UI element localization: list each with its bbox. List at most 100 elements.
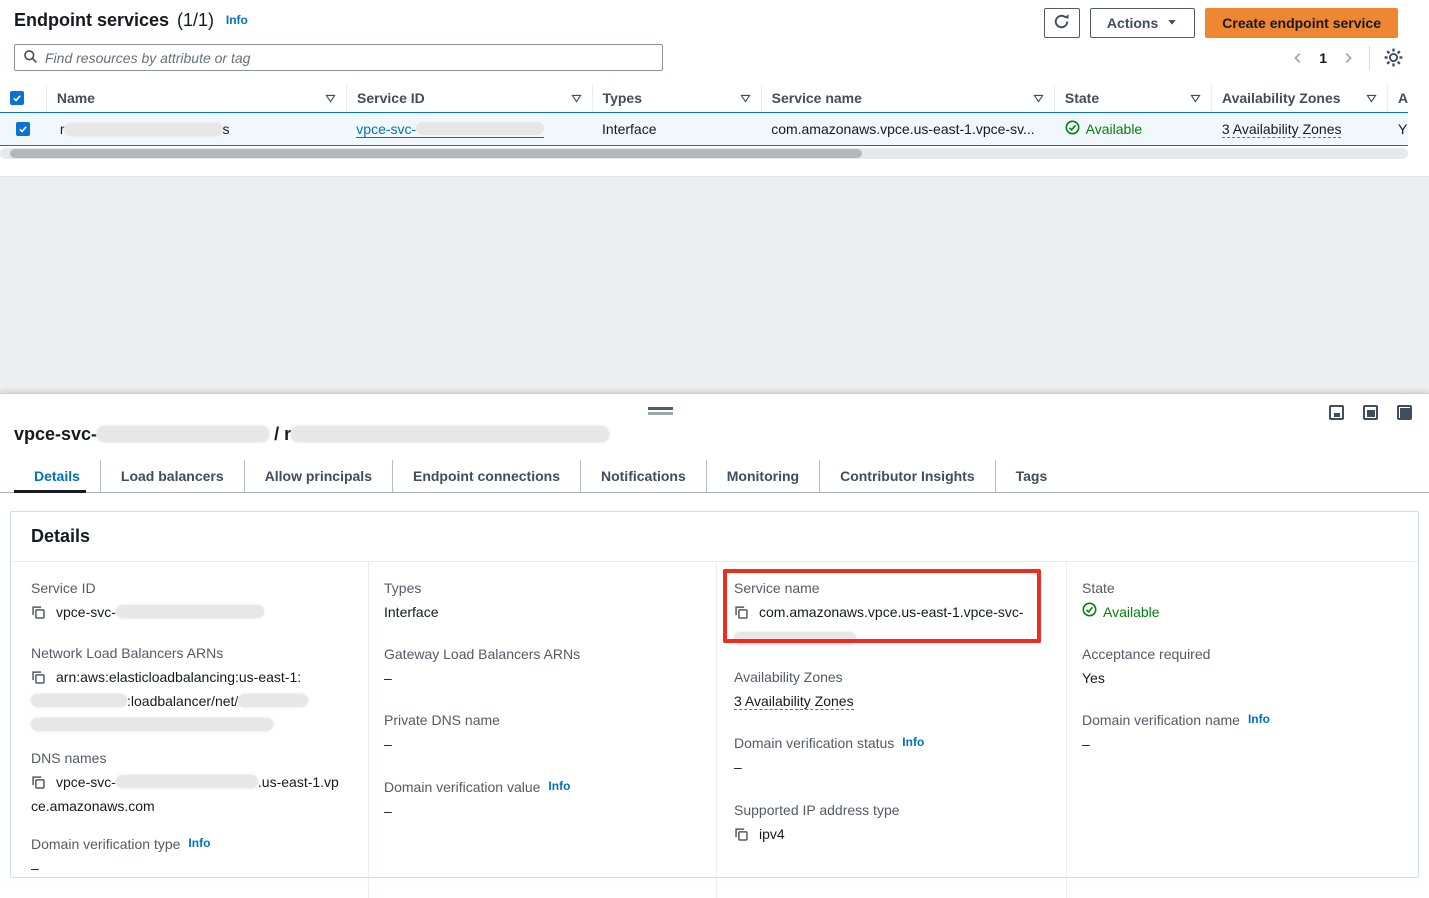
tab-load-balancers[interactable]: Load balancers <box>100 460 244 492</box>
filter-icon[interactable] <box>571 93 582 104</box>
cell-service-id: vpce-svc- <box>346 113 592 145</box>
service-id-link[interactable]: vpce-svc- <box>356 121 544 138</box>
field-label: Service ID <box>31 580 344 596</box>
field-supported-ip-address-type: Supported IP address type ipv4 <box>734 802 1042 848</box>
field-acceptance-required: Acceptance required Yes <box>1082 646 1394 689</box>
resource-count: (1/1) <box>177 10 214 30</box>
row-checkbox[interactable] <box>16 122 30 136</box>
create-endpoint-service-label: Create endpoint service <box>1222 15 1381 31</box>
tab-allow-principals[interactable]: Allow principals <box>244 460 392 492</box>
cell-service-name: com.amazonaws.vpce.us-east-1.vpce-sv... <box>761 113 1054 145</box>
filter-icon[interactable] <box>1033 93 1044 104</box>
caret-down-icon <box>1166 15 1178 31</box>
panel-size-large-button[interactable] <box>1397 405 1412 420</box>
info-link[interactable]: Info <box>1248 712 1270 726</box>
field-domain-verification-name: Domain verification nameInfo – <box>1082 712 1394 755</box>
cell-state: Available <box>1055 113 1212 145</box>
available-check-icon <box>1065 120 1080 138</box>
actions-button-label: Actions <box>1107 15 1158 31</box>
cell-name: rs <box>46 113 346 145</box>
cell-availability-zones: 3 Availability Zones <box>1212 113 1388 145</box>
panel-drag-handle[interactable] <box>648 407 673 415</box>
column-header-state: State <box>1065 90 1099 106</box>
info-link[interactable]: Info <box>226 13 248 27</box>
actions-button[interactable]: Actions <box>1090 8 1195 38</box>
redacted-text <box>416 122 544 135</box>
filter-icon[interactable] <box>325 93 336 104</box>
page-number[interactable]: 1 <box>1319 50 1327 66</box>
details-card: Details Service ID vpce-svc- Network Loa… <box>10 511 1419 878</box>
details-card-heading: Details <box>11 512 1418 562</box>
column-header-types: Types <box>603 90 642 106</box>
field-availability-zones: Availability Zones 3 Availability Zones <box>734 669 1042 712</box>
horizontal-scrollbar-thumb[interactable] <box>10 149 862 158</box>
name-visible-start: r <box>60 121 65 137</box>
endpoint-services-table: Name Service ID Types Service name State… <box>0 84 1408 146</box>
column-header-availability-zones: Availability Zones <box>1222 90 1341 106</box>
panel-size-medium-button[interactable] <box>1363 405 1378 420</box>
search-box <box>14 44 663 71</box>
filter-icon[interactable] <box>1366 93 1377 104</box>
endpoint-services-list-section: Endpoint services (1/1) Info Actions Cre… <box>0 0 1429 176</box>
field-label: Domain verification type <box>31 836 180 852</box>
cell-types: Interface <box>592 113 761 145</box>
previous-page-button[interactable] <box>1291 51 1305 65</box>
field-label: Private DNS name <box>384 712 692 728</box>
page-header: Endpoint services (1/1) Info <box>14 10 248 31</box>
availability-zones-link[interactable]: 3 Availability Zones <box>1222 121 1342 138</box>
tab-contributor-insights[interactable]: Contributor Insights <box>819 460 995 492</box>
redacted-text <box>97 426 269 442</box>
info-link[interactable]: Info <box>548 779 570 793</box>
copy-icon[interactable] <box>31 605 46 626</box>
refresh-button[interactable] <box>1044 8 1080 38</box>
info-link[interactable]: Info <box>188 836 210 850</box>
info-link[interactable]: Info <box>902 735 924 749</box>
panel-title: vpce-svc- / r <box>14 424 609 445</box>
panel-size-small-button[interactable] <box>1329 405 1344 420</box>
field-label: Domain verification name <box>1082 712 1240 728</box>
tab-endpoint-connections[interactable]: Endpoint connections <box>392 460 580 492</box>
column-header-service-id: Service ID <box>357 90 425 106</box>
field-state: State Available <box>1082 580 1394 623</box>
details-column-4: State Available Acceptance required Yes <box>1066 562 1418 898</box>
field-label: Availability Zones <box>734 669 1042 685</box>
availability-zones-link[interactable]: 3 Availability Zones <box>734 693 854 710</box>
next-page-button[interactable] <box>1341 51 1355 65</box>
redacted-text <box>116 605 264 618</box>
field-private-dns-name: Private DNS name – <box>384 712 692 755</box>
tab-tags[interactable]: Tags <box>995 460 1068 492</box>
redacted-text <box>291 426 609 442</box>
select-all-checkbox[interactable] <box>10 91 24 105</box>
copy-icon[interactable] <box>31 670 46 691</box>
copy-icon[interactable] <box>734 827 749 848</box>
settings-gear-button[interactable] <box>1384 48 1403 67</box>
field-dns-names: DNS names vpce-svc-.us-east-1.vpce.amazo… <box>31 750 344 817</box>
search-input[interactable] <box>45 50 654 66</box>
available-check-icon <box>1082 602 1097 623</box>
copy-icon[interactable] <box>734 605 749 626</box>
redacted-text <box>734 632 856 645</box>
create-endpoint-service-button[interactable]: Create endpoint service <box>1205 8 1398 38</box>
redacted-text <box>65 123 223 136</box>
filter-icon[interactable] <box>1190 93 1201 104</box>
divider <box>1369 46 1370 70</box>
field-types: Types Interface <box>384 580 692 623</box>
table-header-row: Name Service ID Types Service name State… <box>0 84 1408 112</box>
details-column-2: Types Interface Gateway Load Balancers A… <box>368 562 716 898</box>
field-label: Service name <box>734 580 1042 596</box>
field-label: Types <box>384 580 692 596</box>
name-visible-end: s <box>223 121 230 137</box>
tabs-bar: Details Load balancers Allow principals … <box>0 460 1429 493</box>
tab-monitoring[interactable]: Monitoring <box>706 460 819 492</box>
cell-acceptance-truncated: Y <box>1388 113 1408 145</box>
split-panel: vpce-svc- / r Details Load balancers All… <box>0 393 1429 886</box>
table-row[interactable]: rs vpce-svc- Interface com.amazonaws.vpc… <box>0 112 1408 146</box>
filter-icon[interactable] <box>740 93 751 104</box>
tab-notifications[interactable]: Notifications <box>580 460 706 492</box>
field-label: Domain verification value <box>384 779 540 795</box>
copy-icon[interactable] <box>31 775 46 796</box>
tab-details[interactable]: Details <box>14 460 100 492</box>
horizontal-scrollbar[interactable] <box>0 148 1408 159</box>
field-network-load-balancers-arns: Network Load Balancers ARNs arn:aws:elas… <box>31 645 344 731</box>
refresh-icon <box>1053 13 1070 33</box>
